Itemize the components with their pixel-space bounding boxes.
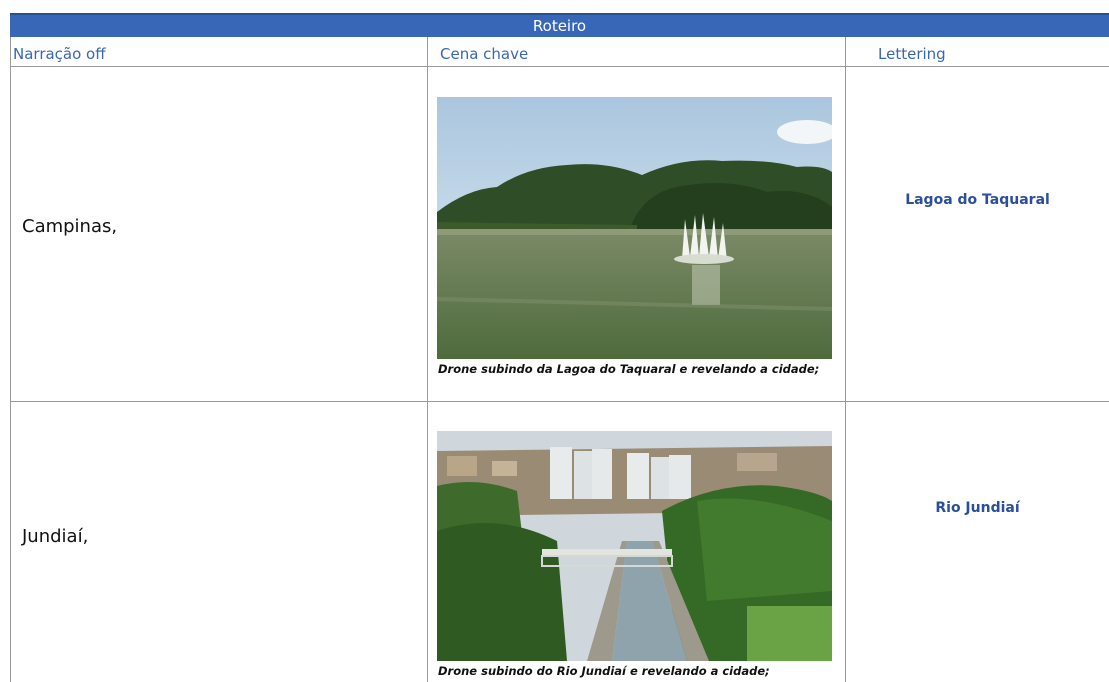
table-title: Roteiro [10, 13, 1109, 37]
row-divider [10, 401, 1109, 402]
column-header-lettering: Lettering [878, 45, 946, 63]
column-header-narration: Narração off [13, 45, 106, 63]
column-divider [845, 37, 846, 682]
lettering-text: Rio Jundiaí [935, 500, 1020, 516]
screenplay-table: Roteiro Narração off Cena chave Letterin… [0, 0, 1109, 682]
narration-text: Jundiaí, [22, 526, 89, 547]
narration-text: Campinas, [22, 216, 118, 237]
lake-with-fountain-photo [437, 97, 832, 359]
scene-caption: Drone subindo da Lagoa do Taquaral e rev… [438, 362, 820, 376]
column-divider [10, 37, 11, 682]
column-header-key-scene: Cena chave [440, 45, 529, 63]
column-divider [427, 37, 428, 682]
scene-caption: Drone subindo do Rio Jundiaí e revelando… [438, 664, 770, 678]
header-row: Narração off Cena chave Lettering [10, 37, 1109, 67]
lettering-text: Lagoa do Taquaral [905, 192, 1050, 208]
river-canal-city-photo [437, 431, 832, 661]
